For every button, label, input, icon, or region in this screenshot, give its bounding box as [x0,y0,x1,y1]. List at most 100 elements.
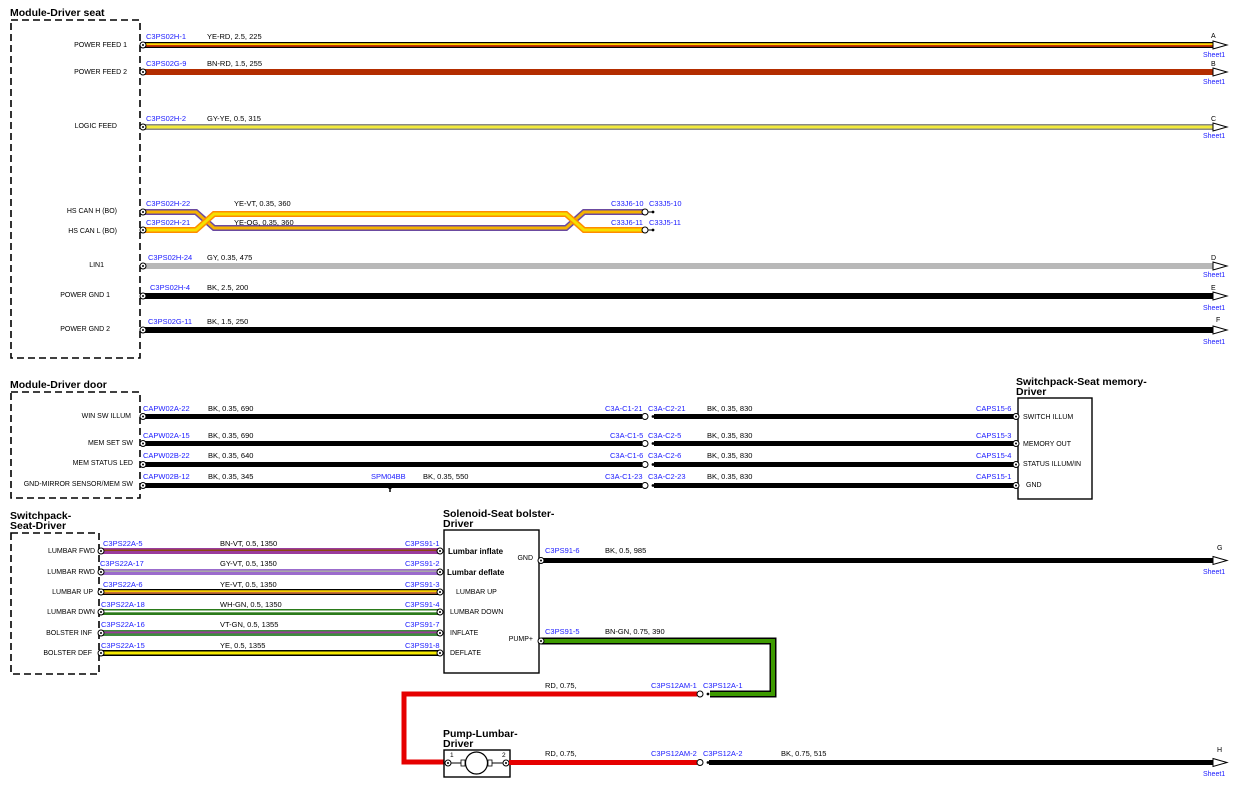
inline-connector-icon[interactable] [641,226,655,234]
wire-logic-feed[interactable] [143,124,1213,130]
wire-spec-label: RD, 0.75, [545,749,577,758]
door-wire-row-2[interactable] [143,441,1016,446]
wire-pump-gnd[interactable] [709,760,1213,765]
door-wire-row-4[interactable] [143,483,1016,488]
connector-label: C3A-C2-21 [648,404,686,413]
off-sheet-arrow-icon[interactable] [1212,757,1229,768]
pin-connector-icon[interactable] [436,608,444,616]
door-wire-row-3[interactable] [143,462,1016,467]
connector-label: C33J6-10 [611,199,644,208]
port-letter: D [1211,255,1216,262]
sheet-link[interactable]: Sheet1 [1203,771,1225,778]
inline-connector-icon[interactable] [696,759,710,766]
pin-connector-icon[interactable] [139,413,147,420]
pin-connector-icon[interactable] [444,759,452,767]
switch-wire-6[interactable] [101,650,440,656]
pin-connector-icon[interactable] [97,568,105,576]
sheet-link[interactable]: Sheet1 [1203,272,1225,279]
pin-connector-icon[interactable] [139,326,147,334]
connector-label: C3PS91-8 [405,641,440,650]
switch-wire-5[interactable] [101,630,440,636]
inline-connector-icon[interactable] [641,440,655,447]
wire-spec-label: WH-GN, 0.5, 1350 [220,600,282,609]
pin-connector-icon[interactable] [97,588,105,596]
pin-connector-icon[interactable] [537,557,545,564]
connector-label: C3PS02H-4 [150,283,190,292]
connector-label: C3PS02G-9 [146,59,186,68]
pin-connector-icon[interactable] [139,292,147,300]
pin-connector-icon[interactable] [139,208,147,216]
sheet-link[interactable]: Sheet1 [1203,133,1225,140]
connector-label: C33J5-10 [649,199,682,208]
sheet-link[interactable]: Sheet1 [1203,305,1225,312]
pin-connector-icon[interactable] [436,547,444,555]
connector-label: C3A-C2-23 [648,472,686,481]
pin-label-memory-out: MEMORY OUT [1023,441,1072,448]
switch-wire-3[interactable] [101,589,440,595]
pin-label-lumbar-deflate: Lumbar deflate [447,568,505,577]
off-sheet-arrow-icon[interactable] [1212,291,1229,301]
wire-power-feed-1[interactable] [143,42,1213,48]
off-sheet-arrow-icon[interactable] [1212,555,1229,566]
connector-label: CAPW02B-12 [143,472,190,481]
pin-connector-icon[interactable] [436,649,444,657]
switch-wire-1[interactable] [101,548,440,554]
off-sheet-arrow-icon[interactable] [1212,325,1229,335]
inline-connector-icon[interactable] [696,690,710,698]
pin-connector-icon[interactable] [97,649,105,657]
pin-connector-icon[interactable] [139,482,147,489]
off-sheet-arrow-icon[interactable] [1212,261,1229,271]
switch-wire-2[interactable] [101,569,440,575]
driver-door-module-title: Module-Driver door [10,379,107,391]
pin-connector-icon[interactable] [1012,413,1020,420]
pin-connector-icon[interactable] [139,68,147,76]
sheet-link[interactable]: Sheet1 [1203,52,1225,59]
inline-connector-icon[interactable] [641,413,655,420]
inline-connector-icon[interactable] [641,482,655,489]
wire-spec-label: VT-GN, 0.5, 1355 [220,620,278,629]
pin-connector-icon[interactable] [436,588,444,596]
pin-connector-icon[interactable] [1012,482,1020,489]
wire-power-gnd-1[interactable] [143,293,1213,299]
door-wire-row-1[interactable] [143,414,1016,419]
inline-connector-icon[interactable] [641,208,655,216]
wire-lin1[interactable] [143,263,1213,269]
connector-label: C3PS91-6 [545,546,580,555]
pin-connector-icon[interactable] [97,608,105,616]
connector-label: C3A-C1-21 [605,404,643,413]
wire-solenoid-gnd[interactable] [541,558,1213,563]
pin-connector-icon[interactable] [97,629,105,637]
connector-label: C3PS22A-17 [100,559,144,568]
sheet-link[interactable]: Sheet1 [1203,339,1225,346]
switchpack-memory-title-2: Driver [1016,386,1046,398]
wire-hs-can-twisted-pair[interactable] [143,209,645,233]
off-sheet-arrow-icon[interactable] [1212,67,1229,77]
pin-connector-icon[interactable] [436,568,444,576]
pin-connector-icon[interactable] [436,629,444,637]
pin-connector-icon[interactable] [139,461,147,468]
pin-connector-icon[interactable] [139,440,147,447]
wire-red-pump-2[interactable] [509,760,697,765]
off-sheet-arrow-icon[interactable] [1212,122,1229,132]
pin-connector-icon[interactable] [139,262,147,270]
pin-connector-icon[interactable] [537,637,545,645]
connector-label: C3A-C2-5 [648,431,681,440]
sheet-link[interactable]: Sheet1 [1203,79,1225,86]
connector-label: CAPS15-1 [976,472,1011,481]
pin-connector-icon[interactable] [139,123,147,131]
pin-connector-icon[interactable] [139,41,147,49]
sheet-link[interactable]: Sheet1 [1203,569,1225,576]
inline-connector-icon[interactable] [641,461,655,468]
connector-label: C3A-C1-23 [605,472,643,481]
wire-power-gnd-2[interactable] [143,327,1213,333]
switch-wire-4[interactable] [101,609,440,615]
pin-connector-icon[interactable] [139,226,147,234]
wire-spec-label: BK, 0.35, 690 [208,431,253,440]
off-sheet-arrow-icon[interactable] [1212,40,1229,50]
connector-label: C3PS22A-6 [103,580,143,589]
pin-connector-icon[interactable] [502,759,510,767]
pin-connector-icon[interactable] [1012,440,1020,447]
pin-connector-icon[interactable] [97,547,105,555]
wire-power-feed-2[interactable] [143,69,1213,75]
pin-connector-icon[interactable] [1012,461,1020,468]
